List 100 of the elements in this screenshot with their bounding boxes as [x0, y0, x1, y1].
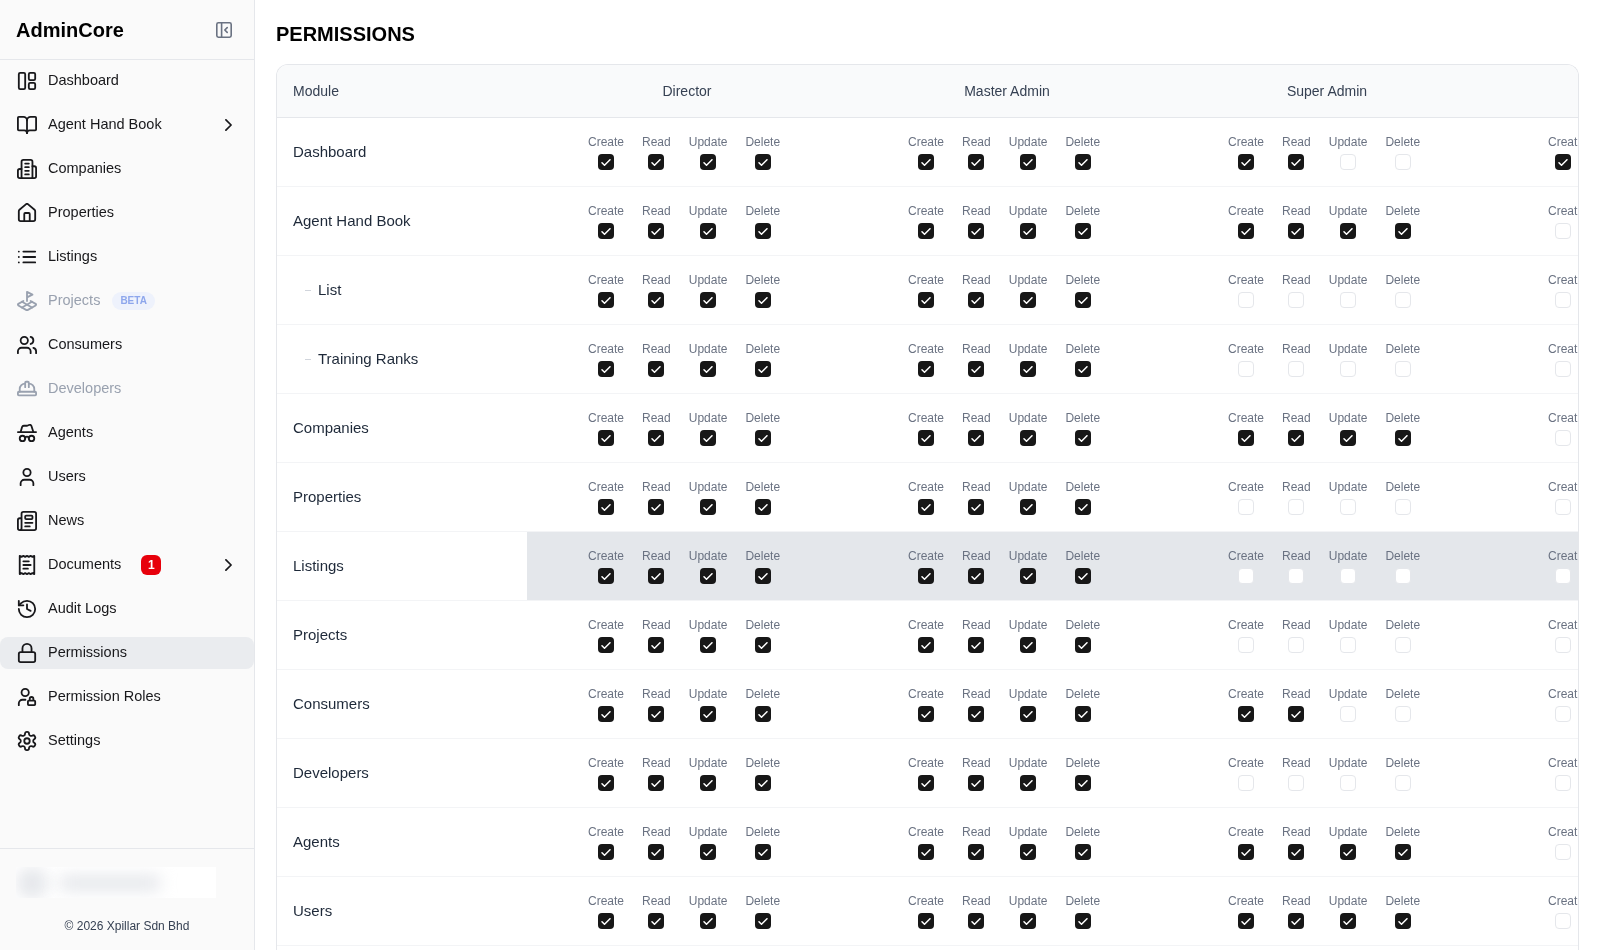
checkbox[interactable]: [598, 223, 614, 239]
checkbox[interactable]: [598, 637, 614, 653]
checkbox[interactable]: [1288, 706, 1305, 722]
checkbox[interactable]: [754, 775, 771, 791]
checkbox[interactable]: [918, 913, 934, 929]
checkbox[interactable]: [1340, 361, 1357, 377]
checkbox[interactable]: [1340, 844, 1357, 860]
nav-item[interactable]: Listings: [0, 241, 254, 273]
checkbox[interactable]: [754, 292, 771, 308]
checkbox[interactable]: [700, 844, 717, 860]
nav-item[interactable]: Settings: [0, 725, 254, 757]
checkbox[interactable]: [648, 292, 665, 308]
checkbox[interactable]: [648, 844, 665, 860]
checkbox[interactable]: [598, 706, 614, 722]
checkbox[interactable]: [1238, 292, 1254, 308]
checkbox[interactable]: [1340, 706, 1357, 722]
checkbox[interactable]: [754, 223, 771, 239]
checkbox[interactable]: [1340, 637, 1357, 653]
checkbox[interactable]: [700, 499, 717, 515]
checkbox[interactable]: [1288, 775, 1305, 791]
checkbox[interactable]: [754, 637, 771, 653]
checkbox[interactable]: [1288, 844, 1305, 860]
checkbox[interactable]: [754, 706, 771, 722]
checkbox[interactable]: [1020, 292, 1037, 308]
checkbox[interactable]: [1238, 775, 1254, 791]
checkbox[interactable]: [648, 775, 665, 791]
checkbox[interactable]: [1554, 430, 1571, 446]
nav-item[interactable]: Audit Logs: [0, 593, 254, 625]
checkbox[interactable]: [648, 154, 665, 170]
nav-item[interactable]: Properties: [0, 197, 254, 229]
checkbox[interactable]: [598, 292, 614, 308]
checkbox[interactable]: [1020, 430, 1037, 446]
checkbox[interactable]: [700, 292, 717, 308]
checkbox[interactable]: [968, 223, 985, 239]
nav-item[interactable]: Consumers: [0, 329, 254, 361]
checkbox[interactable]: [1288, 154, 1305, 170]
checkbox[interactable]: [918, 844, 934, 860]
checkbox[interactable]: [968, 913, 985, 929]
checkbox[interactable]: [968, 292, 985, 308]
checkbox[interactable]: [700, 154, 717, 170]
nav-item[interactable]: Permissions: [0, 637, 254, 669]
checkbox[interactable]: [754, 361, 771, 377]
checkbox[interactable]: [1340, 568, 1357, 584]
nav-item[interactable]: Agents: [0, 417, 254, 449]
checkbox[interactable]: [1074, 775, 1091, 791]
nav-item[interactable]: Dashboard: [0, 65, 254, 97]
checkbox[interactable]: [598, 154, 614, 170]
checkbox[interactable]: [1288, 568, 1305, 584]
checkbox[interactable]: [1554, 706, 1571, 722]
checkbox[interactable]: [968, 844, 985, 860]
checkbox[interactable]: [754, 844, 771, 860]
checkbox[interactable]: [968, 154, 985, 170]
checkbox[interactable]: [1238, 637, 1254, 653]
checkbox[interactable]: [1074, 499, 1091, 515]
checkbox[interactable]: [700, 913, 717, 929]
checkbox[interactable]: [1074, 223, 1091, 239]
checkbox[interactable]: [598, 499, 614, 515]
checkbox[interactable]: [1288, 430, 1305, 446]
checkbox[interactable]: [648, 361, 665, 377]
checkbox[interactable]: [1074, 844, 1091, 860]
checkbox[interactable]: [700, 361, 717, 377]
checkbox[interactable]: [1020, 361, 1037, 377]
checkbox[interactable]: [1394, 361, 1411, 377]
checkbox[interactable]: [754, 154, 771, 170]
checkbox[interactable]: [648, 913, 665, 929]
checkbox[interactable]: [754, 430, 771, 446]
checkbox[interactable]: [1340, 775, 1357, 791]
checkbox[interactable]: [1238, 913, 1254, 929]
checkbox[interactable]: [700, 430, 717, 446]
nav-item[interactable]: Documents 1: [0, 549, 254, 581]
checkbox[interactable]: [1554, 361, 1571, 377]
checkbox[interactable]: [598, 844, 614, 860]
checkbox[interactable]: [918, 292, 934, 308]
checkbox[interactable]: [1394, 775, 1411, 791]
checkbox[interactable]: [1238, 844, 1254, 860]
checkbox[interactable]: [648, 223, 665, 239]
checkbox[interactable]: [1020, 706, 1037, 722]
checkbox[interactable]: [700, 568, 717, 584]
checkbox[interactable]: [1394, 844, 1411, 860]
checkbox[interactable]: [918, 775, 934, 791]
checkbox[interactable]: [598, 568, 614, 584]
checkbox[interactable]: [1020, 499, 1037, 515]
checkbox[interactable]: [1074, 430, 1091, 446]
checkbox[interactable]: [1074, 637, 1091, 653]
checkbox[interactable]: [700, 637, 717, 653]
checkbox[interactable]: [648, 706, 665, 722]
checkbox[interactable]: [1340, 430, 1357, 446]
checkbox[interactable]: [968, 637, 985, 653]
checkbox[interactable]: [598, 775, 614, 791]
checkbox[interactable]: [1394, 223, 1411, 239]
checkbox[interactable]: [700, 223, 717, 239]
nav-item[interactable]: Permission Roles: [0, 681, 254, 713]
checkbox[interactable]: [1238, 361, 1254, 377]
checkbox[interactable]: [1394, 568, 1411, 584]
checkbox[interactable]: [700, 706, 717, 722]
checkbox[interactable]: [1554, 637, 1571, 653]
checkbox[interactable]: [918, 223, 934, 239]
checkbox[interactable]: [968, 775, 985, 791]
checkbox[interactable]: [1020, 154, 1037, 170]
checkbox[interactable]: [1394, 706, 1411, 722]
